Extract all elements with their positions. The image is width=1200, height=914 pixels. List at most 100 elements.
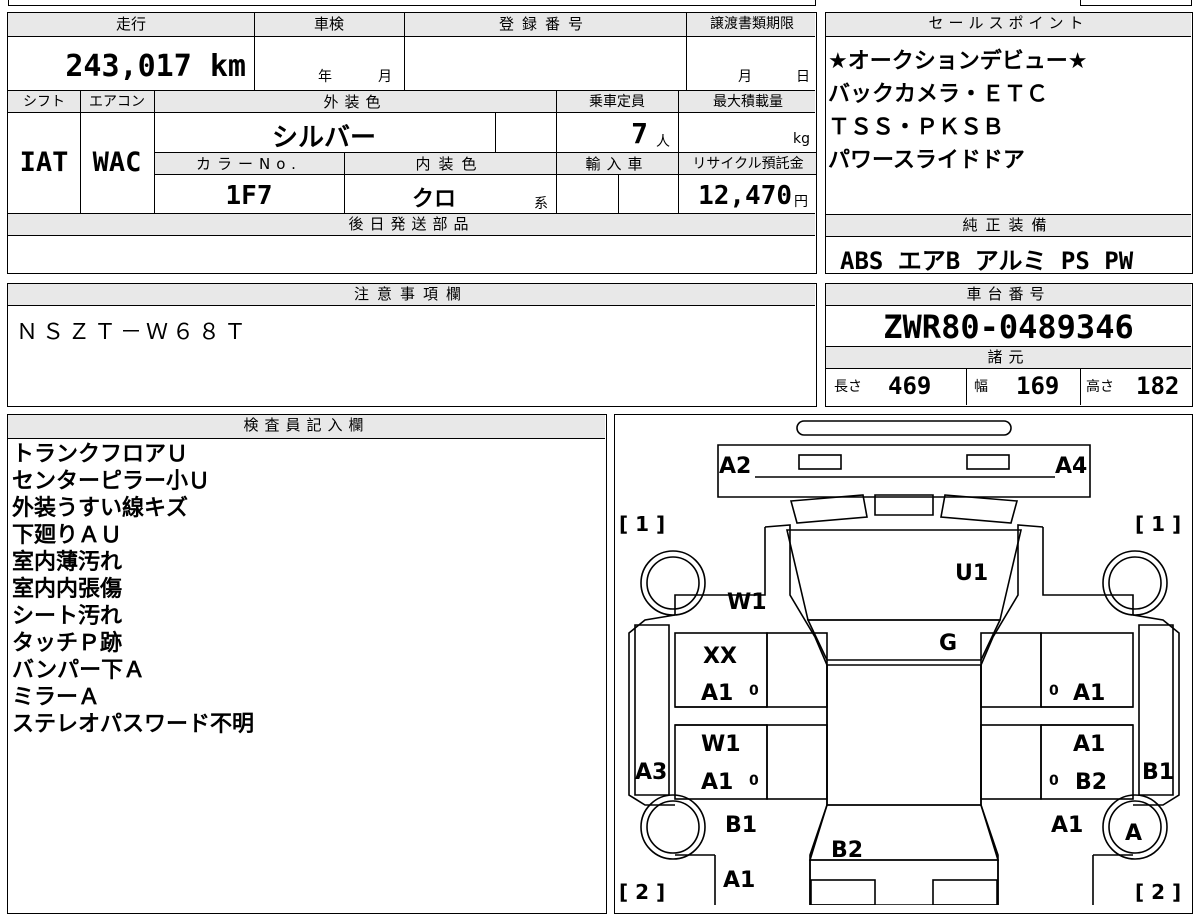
bracket-bottom-right: [ 2 ] — [1135, 880, 1181, 904]
inspector-label: 検査員記入欄 — [243, 416, 370, 434]
interior-color-label: 内装色 — [415, 155, 485, 173]
inspector-line: センターピラー小Ｕ — [12, 469, 211, 494]
top-strip-right — [1080, 0, 1192, 6]
mark-b2-rr: B2 — [1075, 770, 1107, 795]
transfer-month: 月 — [738, 69, 752, 85]
inspector-line: 下廻りＡＵ — [12, 523, 123, 548]
mark-b1-right: B1 — [1142, 760, 1174, 785]
inspector-line: タッチＰ跡 — [12, 631, 123, 656]
exterior-color-label: 外装色 — [323, 93, 387, 111]
import-label: 輸入車 — [585, 155, 649, 173]
mark-a1-bottom: A1 — [723, 868, 755, 893]
genuine-equipment-header: 純正装備 — [826, 215, 1191, 237]
specs-header: 諸元 — [826, 347, 1191, 369]
genuine-equipment-value: ABS エアB アルミ PS PW — [840, 247, 1134, 275]
mark-w1-left: W1 — [727, 590, 767, 615]
transfer-deadline-label: 譲渡書類期限 — [710, 16, 794, 32]
inspector-line: ステレオパスワード不明 — [12, 712, 255, 737]
genuine-equipment-label: 純正装備 — [962, 216, 1055, 234]
sales-points-label: セールスポイント — [928, 14, 1089, 32]
inspector-line: 室内内張傷 — [12, 577, 123, 602]
inspector-line: バンパー下Ａ — [12, 658, 146, 683]
small-mark-2: 0 — [1049, 683, 1059, 699]
inspector-line: 室内薄汚れ — [12, 550, 123, 575]
inspector-line: 外装うすい線キズ — [12, 496, 189, 521]
mark-g: G — [939, 631, 957, 656]
mark-b2-rear: B2 — [831, 838, 863, 863]
mileage-unit: km — [209, 49, 246, 84]
inspector-line: シート汚れ — [12, 604, 123, 629]
mark-a4: A4 — [1055, 454, 1087, 479]
mark-u1: U1 — [955, 561, 988, 586]
recycle-unit: 円 — [794, 194, 808, 210]
chassis-header: 車台番号 — [826, 284, 1191, 306]
mark-w1-lr: W1 — [701, 732, 741, 757]
shaken-month: 月 — [378, 69, 392, 85]
max-load-label: 最大積載量 — [713, 94, 783, 110]
reg-number-label: 登録番号 — [498, 15, 591, 33]
mark-a1-rr-top: A1 — [1073, 732, 1105, 757]
recycle-label: リサイクル預託金 — [692, 156, 804, 172]
bracket-bottom-left: [ 2 ] — [619, 880, 665, 904]
spec-height-label: 高さ — [1086, 379, 1114, 395]
spec-width-value: 169 — [1016, 372, 1060, 400]
mark-xx: XX — [703, 644, 737, 669]
small-mark-1: 0 — [749, 683, 759, 699]
notes-label: 注意事項欄 — [353, 285, 469, 303]
capacity-label: 乗車定員 — [589, 94, 645, 110]
interior-color-value: クロ — [411, 187, 456, 212]
mark-a1-rf: A1 — [1073, 681, 1105, 706]
sales-points-list: ★オークションデビュー★ バックカメラ・ＥＴＣ ＴＳＳ・ＰＫＳＢ パワースライドドア — [828, 45, 1188, 177]
exterior-color-value: シルバー — [271, 123, 376, 153]
mark-a3: A3 — [635, 760, 667, 785]
damage-diagram-box: A2 A4 U1 W1 G XX A1 A1 W1 A1 A3 A1 B2 B1… — [614, 414, 1193, 914]
mileage-label: 走行 — [115, 15, 146, 33]
shift-value: IAT — [19, 147, 69, 178]
chassis-number-value: ZWR80-0489346 — [883, 308, 1134, 346]
color-no-label: カラーNo. — [196, 155, 302, 173]
max-load-unit: kg — [793, 131, 810, 147]
small-mark-4: 0 — [1049, 773, 1059, 789]
mark-b1-lrear: B1 — [725, 813, 757, 838]
sales-points-header: セールスポイント — [826, 13, 1191, 37]
inspector-line: ミラーＡ — [12, 685, 101, 710]
notes-header: 注意事項欄 — [8, 284, 815, 306]
recycle-value: 12,470 — [698, 181, 792, 211]
spec-width-label: 幅 — [974, 379, 988, 395]
sales-points-box: セールスポイント ★オークションデビュー★ バックカメラ・ＥＴＣ ＴＳＳ・ＰＫＳＢ パ… — [825, 12, 1193, 275]
shift-label: シフト — [23, 94, 65, 110]
capacity-unit: 人 — [656, 134, 670, 150]
mark-a1-lf: A1 — [701, 681, 733, 706]
chassis-box: 車台番号 ZWR80-0489346 諸元 長さ 469 幅 169 高さ 18… — [825, 283, 1193, 407]
specs-label: 諸元 — [987, 348, 1030, 366]
inspector-box: 検査員記入欄 トランクフロアＵ センターピラー小Ｕ 外装うすい線キズ 下廻りＡＵ 室内薄… — [7, 414, 607, 914]
chassis-label: 車台番号 — [966, 285, 1051, 303]
bracket-top-left: [ 1 ] — [619, 512, 665, 536]
shaken-label: 車検 — [313, 15, 344, 33]
mark-a2: A2 — [719, 454, 751, 479]
vehicle-info-table: 走行 車検 登録番号 譲渡書類期限 243,017 km 年 月 月 日 シフト… — [7, 12, 817, 274]
mark-a-wheel: A — [1125, 821, 1142, 846]
later-parts-label: 後日発送部品 — [348, 215, 475, 233]
interior-color-suffix: 系 — [534, 196, 548, 212]
later-parts-header: 後日発送部品 — [8, 214, 815, 236]
vehicle-damage-diagram: A2 A4 U1 W1 G XX A1 A1 W1 A1 A3 A1 B2 B1… — [619, 420, 1181, 905]
color-no-value: 1F7 — [225, 181, 273, 211]
small-mark-3: 0 — [749, 773, 759, 789]
notes-box: 注意事項欄 ＮＳＺＴ－Ｗ６８Ｔ — [7, 283, 817, 407]
mileage-number: 243,017 — [65, 49, 192, 84]
inspector-line: トランクフロアＵ — [12, 442, 189, 467]
sales-point-line: パワースライドドア — [828, 148, 1025, 173]
sales-point-line: バックカメラ・ＥＴＣ — [828, 82, 1049, 107]
sales-point-line: ★オークションデビュー★ — [828, 49, 1088, 74]
top-strip — [8, 0, 816, 6]
aircon-label: エアコン — [89, 94, 145, 110]
notes-value: ＮＳＺＴ－Ｗ６８Ｔ — [16, 320, 251, 345]
capacity-value: 7 — [631, 117, 648, 150]
aircon-value: WAC — [92, 147, 142, 178]
mark-a1-rrear: A1 — [1051, 813, 1083, 838]
spec-height-value: 182 — [1136, 372, 1180, 400]
inspector-list: トランクフロアＵ センターピラー小Ｕ 外装うすい線キズ 下廻りＡＵ 室内薄汚れ 室内内張傷… — [12, 441, 602, 738]
sales-point-line: ＴＳＳ・ＰＫＳＢ — [828, 115, 1005, 140]
shaken-year: 年 — [318, 69, 332, 85]
